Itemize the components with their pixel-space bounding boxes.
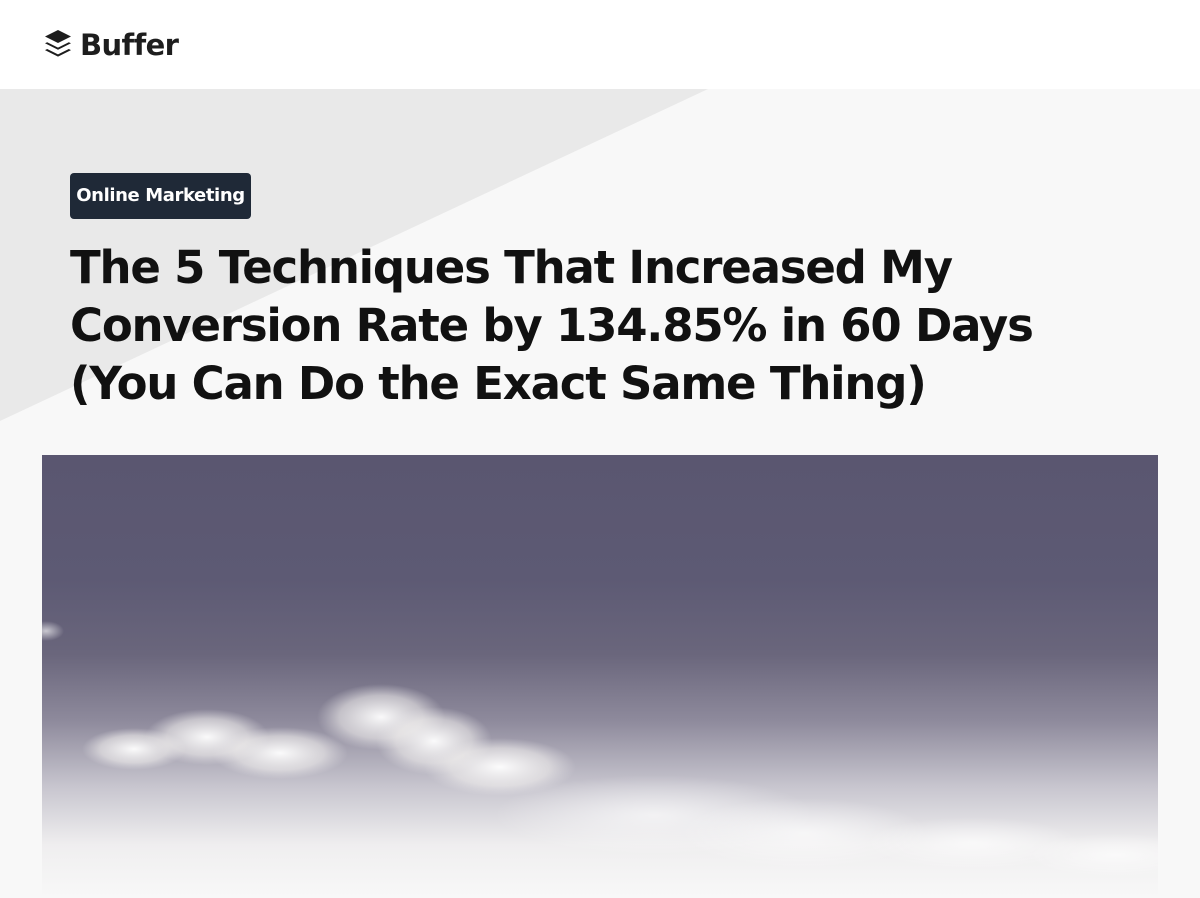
buffer-stack-icon bbox=[42, 27, 74, 63]
title-line-1: The 5 Techniques That Increased My bbox=[70, 241, 953, 294]
title-line-2: Conversion Rate by 134.85% in 60 Days bbox=[70, 299, 1034, 352]
title-line-3: (You Can Do the Exact Same Thing) bbox=[70, 357, 927, 410]
article-hero: Online Marketing The 5 Techniques That I… bbox=[0, 89, 1200, 898]
buffer-logo-link[interactable]: Buffer bbox=[42, 27, 179, 63]
site-header: Buffer bbox=[0, 0, 1200, 89]
hero-image-sky bbox=[42, 455, 1158, 898]
page: Buffer Online Marketing The 5 Techniques… bbox=[0, 0, 1200, 898]
article-title: The 5 Techniques That Increased My Conve… bbox=[70, 239, 1130, 413]
brand-name: Buffer bbox=[80, 28, 179, 62]
category-tag[interactable]: Online Marketing bbox=[70, 173, 251, 219]
